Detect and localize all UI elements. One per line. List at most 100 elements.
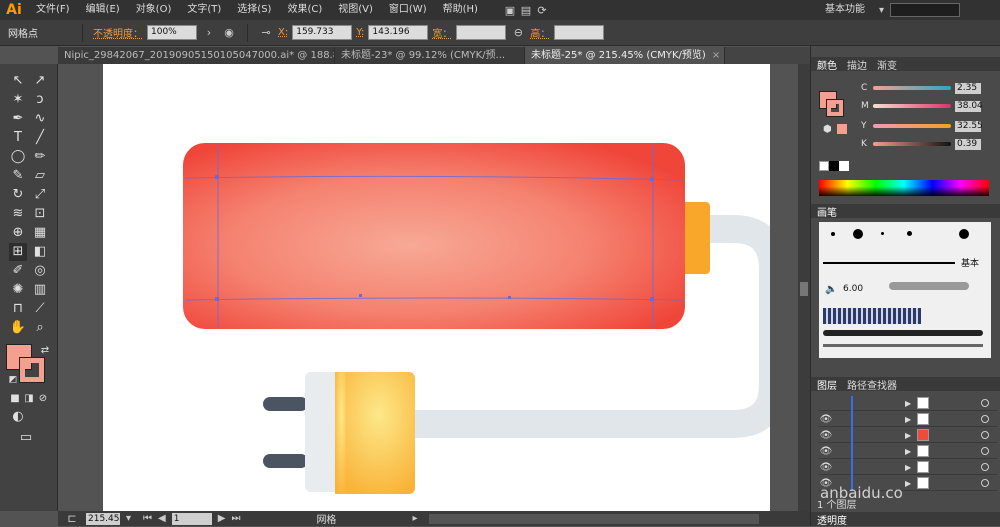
warp-tool-icon[interactable]: ≋: [9, 205, 27, 223]
zoom-tool-icon[interactable]: ⌕: [31, 319, 49, 337]
shape-builder-tool-icon[interactable]: ⊕: [9, 224, 27, 242]
menu-type[interactable]: 文字(T): [179, 0, 229, 20]
tab-stroke[interactable]: 描边: [847, 57, 867, 72]
brush-dot-4[interactable]: [907, 231, 912, 236]
color-spectrum[interactable]: [819, 180, 989, 196]
none-swatch[interactable]: [819, 161, 829, 171]
chevron-down-icon[interactable]: ▾: [126, 513, 131, 524]
arrange-documents-icon[interactable]: ▤: [518, 2, 534, 18]
slider-track[interactable]: [873, 104, 951, 108]
eraser-tool-icon[interactable]: ▱: [31, 167, 49, 185]
line-tool-icon[interactable]: ╱: [31, 129, 49, 147]
chevron-right-icon[interactable]: ›: [201, 25, 217, 41]
pencil-tool-icon[interactable]: ✎: [9, 167, 27, 185]
eye-icon[interactable]: 👁: [819, 414, 833, 425]
brush-list[interactable]: 基本 🔈 6.00: [819, 222, 991, 358]
default-colors-icon[interactable]: ◩: [4, 371, 22, 389]
brush-art-stroke[interactable]: [889, 282, 969, 290]
tab-gradient[interactable]: 渐变: [877, 57, 897, 72]
target-icon[interactable]: [981, 431, 990, 439]
tab-transparency[interactable]: 透明度: [817, 512, 847, 527]
target-icon[interactable]: [981, 447, 990, 455]
lasso-tool-icon[interactable]: ↄ: [31, 91, 49, 109]
close-icon[interactable]: ×: [712, 50, 720, 61]
brush-basic-line[interactable]: [823, 262, 955, 264]
layer-row[interactable]: 👁 ▶: [819, 428, 997, 443]
slider-yellow[interactable]: Y 32.55: [861, 120, 991, 132]
brush-charcoal[interactable]: [823, 330, 983, 336]
layer-row[interactable]: 👁 ▶: [819, 412, 997, 427]
menu-file[interactable]: 文件(F): [28, 0, 78, 20]
tab-pathfinder[interactable]: 路径查找器: [847, 377, 897, 392]
menu-edit[interactable]: 编辑(E): [78, 0, 128, 20]
menu-window[interactable]: 窗口(W): [381, 0, 435, 20]
height-input[interactable]: [554, 25, 605, 40]
brush-rough[interactable]: [823, 344, 983, 347]
expand-icon[interactable]: ▶: [905, 415, 911, 424]
out-of-gamut-icon[interactable]: ⬢: [823, 124, 832, 135]
y-input[interactable]: 143.196: [368, 25, 429, 40]
zoom-input[interactable]: 215.45: [86, 512, 120, 525]
eye-icon[interactable]: 👁: [819, 446, 833, 457]
selection-tool-icon[interactable]: ↖: [9, 72, 27, 90]
layer-row[interactable]: 👁 ▶: [819, 444, 997, 459]
chevron-down-icon[interactable]: ▾: [879, 5, 884, 16]
screen-mode-icon[interactable]: ▭: [17, 429, 35, 447]
none-mode-icon[interactable]: ⊘: [34, 390, 52, 408]
expand-icon[interactable]: ▶: [905, 447, 911, 456]
artboard[interactable]: [103, 64, 787, 511]
artboard-nav-icon[interactable]: ⊏: [64, 511, 80, 527]
anchor-point-icon[interactable]: ⊸: [258, 25, 274, 41]
layer-row[interactable]: 👁 ▶: [819, 460, 997, 475]
artboard-number-input[interactable]: 1: [171, 512, 212, 525]
first-artboard-icon[interactable]: ⏮: [143, 513, 152, 524]
expand-icon[interactable]: ▶: [905, 431, 911, 440]
blend-tool-icon[interactable]: ◎: [31, 262, 49, 280]
curvature-tool-icon[interactable]: ∿: [31, 110, 49, 128]
panel-stroke-swatch[interactable]: [826, 99, 844, 117]
column-graph-tool-icon[interactable]: ▥: [31, 281, 49, 299]
slider-track[interactable]: [873, 142, 951, 146]
recolor-icon[interactable]: ◉: [221, 25, 237, 41]
opacity-input[interactable]: 100%: [147, 25, 197, 40]
layer-row[interactable]: ▶: [819, 396, 997, 411]
width-input[interactable]: [456, 25, 507, 40]
free-transform-tool-icon[interactable]: ⊡: [31, 205, 49, 223]
gradient-tool-icon[interactable]: ◧: [31, 243, 49, 261]
target-icon[interactable]: [981, 463, 990, 471]
direct-selection-tool-icon[interactable]: ↗: [31, 72, 49, 90]
type-tool-icon[interactable]: T: [9, 129, 27, 147]
scrollbar-thumb[interactable]: [800, 282, 808, 296]
workspace-switcher[interactable]: 基本功能: [817, 0, 873, 20]
status-mode-label[interactable]: 网格: [316, 511, 336, 526]
sync-icon[interactable]: ⟳: [534, 2, 550, 18]
bridge-icon[interactable]: ▣: [502, 2, 518, 18]
pen-tool-icon[interactable]: ✒: [9, 110, 27, 128]
draw-mode-icon[interactable]: ◐: [9, 408, 27, 426]
menu-effect[interactable]: 效果(C): [279, 0, 330, 20]
brush-pattern[interactable]: [823, 308, 921, 324]
prev-artboard-icon[interactable]: ◀: [158, 513, 166, 524]
menu-help[interactable]: 帮助(H): [435, 0, 486, 20]
brush-dot-3[interactable]: [881, 232, 884, 235]
slider-value[interactable]: 38.04: [955, 100, 983, 112]
x-input[interactable]: 159.733: [292, 25, 353, 40]
slider-magenta[interactable]: M 38.04: [861, 100, 991, 112]
perspective-grid-tool-icon[interactable]: ▦: [31, 224, 49, 242]
expand-icon[interactable]: ▶: [905, 463, 911, 472]
slider-value[interactable]: 32.55: [955, 120, 983, 132]
tab-color[interactable]: 颜色: [817, 57, 837, 72]
tab-brushes[interactable]: 画笔: [817, 204, 837, 219]
eye-icon[interactable]: 👁: [819, 430, 833, 441]
magic-wand-tool-icon[interactable]: ✶: [9, 91, 27, 109]
slider-track[interactable]: [873, 86, 951, 90]
slider-value[interactable]: 0.39: [955, 138, 981, 150]
stroke-swatch[interactable]: [19, 357, 45, 383]
expand-icon[interactable]: ▶: [905, 479, 911, 488]
gamut-swatch[interactable]: [837, 124, 847, 134]
rotate-tool-icon[interactable]: ↻: [9, 186, 27, 204]
ellipse-tool-icon[interactable]: ◯: [9, 148, 27, 166]
menu-object[interactable]: 对象(O): [128, 0, 180, 20]
next-artboard-icon[interactable]: ▶: [218, 513, 226, 524]
horizontal-scrollbar[interactable]: [429, 513, 760, 524]
